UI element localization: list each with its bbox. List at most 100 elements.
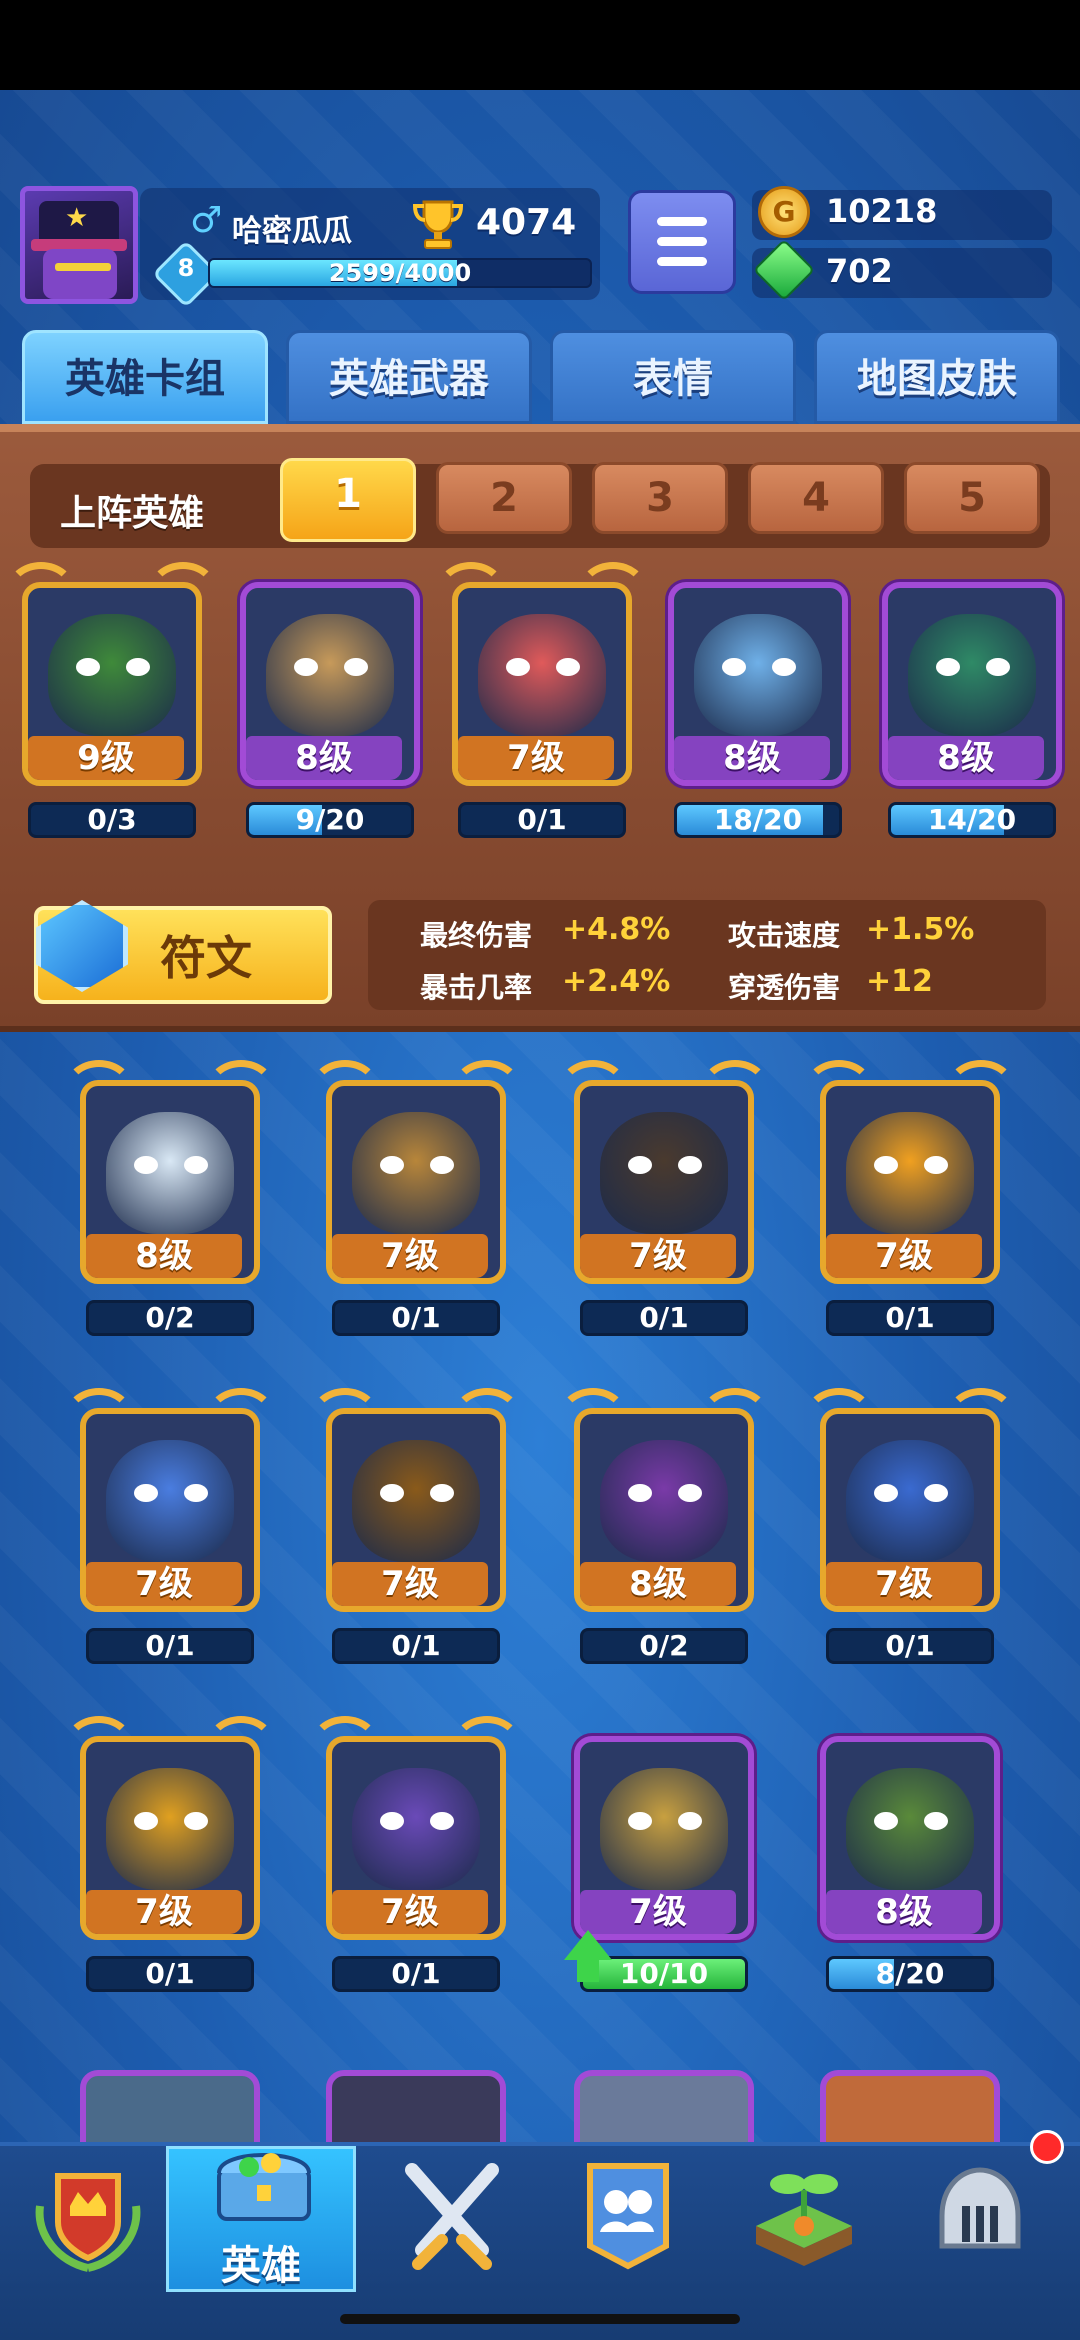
hero-card[interactable]: 8级 xyxy=(882,582,1062,786)
nav-garden[interactable] xyxy=(716,2146,892,2292)
hero-card-partial[interactable] xyxy=(326,2070,506,2150)
hero-level: 7级 xyxy=(332,1890,488,1934)
gold-wing-ornament xyxy=(64,1716,134,1776)
menu-button[interactable] xyxy=(628,190,736,294)
hero-card[interactable]: 8级 xyxy=(558,1388,770,1612)
xp-text: 2599/4000 xyxy=(328,259,472,287)
deck-tab-5[interactable]: 5 xyxy=(904,462,1040,534)
hero-card-progress: 0/1 xyxy=(458,802,626,838)
hero-level: 7级 xyxy=(580,1234,736,1278)
tab-hero-weapons[interactable]: 英雄武器 xyxy=(286,330,532,424)
hero-card-progress: 9/20 xyxy=(246,802,414,838)
hero-level: 7级 xyxy=(332,1234,488,1278)
hero-card-progress: 0/2 xyxy=(580,1628,748,1664)
progress-text: 0/1 xyxy=(145,1629,195,1662)
tab-map-skins[interactable]: 地图皮肤 xyxy=(814,330,1060,424)
hero-level: 8级 xyxy=(580,1562,736,1606)
knight-helmet-icon xyxy=(939,2167,1021,2249)
deck-tab-2[interactable]: 2 xyxy=(436,462,572,534)
hero-card-progress: 0/1 xyxy=(826,1628,994,1664)
status-bar xyxy=(0,0,1080,90)
hero-card[interactable]: 7级 xyxy=(436,562,648,786)
player-name: 哈密瓜瓜 xyxy=(232,214,352,249)
hero-card[interactable]: 8级 xyxy=(64,1060,276,1284)
progress-text: 18/20 xyxy=(713,803,803,836)
nav-battle[interactable] xyxy=(364,2146,540,2292)
gold-wing-ornament xyxy=(558,1060,628,1120)
progress-text: 0/1 xyxy=(145,1957,195,1990)
hero-card[interactable]: 7级 xyxy=(558,1060,770,1284)
hero-card-partial[interactable] xyxy=(820,2070,1000,2150)
nav-heroes[interactable]: 英雄 xyxy=(166,2146,356,2292)
hero-card[interactable]: 9级 xyxy=(6,562,218,786)
hero-level: 8级 xyxy=(674,736,830,780)
upgrade-arrow-stem xyxy=(577,1958,599,1982)
hero-card-progress: 0/1 xyxy=(86,1628,254,1664)
gold-wing-ornament xyxy=(310,1716,380,1776)
progress-text: 8/20 xyxy=(875,1957,945,1990)
star-icon: ★ xyxy=(65,203,89,233)
hero-card[interactable]: 7级 xyxy=(574,1736,754,1940)
gold-wing-ornament xyxy=(64,1388,134,1448)
gold-wing-ornament xyxy=(452,1716,522,1776)
gold-wing-ornament xyxy=(436,562,506,622)
hero-card[interactable]: 8级 xyxy=(820,1736,1000,1940)
hero-card[interactable]: 7级 xyxy=(310,1716,522,1940)
hero-card[interactable]: 7级 xyxy=(64,1388,276,1612)
gold-wing-ornament xyxy=(700,1388,770,1448)
hero-card-progress: 14/20 xyxy=(888,802,1056,838)
progress-text: 0/1 xyxy=(391,1301,441,1334)
player-avatar[interactable]: ★ xyxy=(20,186,138,304)
hero-card-progress: 0/1 xyxy=(86,1956,254,1992)
gold-wing-ornament xyxy=(558,1388,628,1448)
home-indicator[interactable] xyxy=(340,2314,740,2324)
gold-coin-icon xyxy=(758,186,810,238)
stat-value-crit-chance: +2.4% xyxy=(562,964,671,999)
nav-battle-pass[interactable] xyxy=(0,2146,176,2292)
trophy-count: 4074 xyxy=(476,202,577,243)
tab-emotes[interactable]: 表情 xyxy=(550,330,796,424)
gold-wing-ornament xyxy=(206,1716,276,1776)
progress-text: 14/20 xyxy=(927,803,1017,836)
hero-card[interactable]: 8级 xyxy=(240,582,420,786)
hero-card-progress: 0/1 xyxy=(332,1956,500,1992)
gold-wing-ornament xyxy=(64,1060,134,1120)
progress-text: 9/20 xyxy=(295,803,365,836)
clan-banner-icon xyxy=(587,2163,669,2270)
hero-card[interactable]: 7级 xyxy=(310,1060,522,1284)
stat-name-crit-chance: 暴击几率 xyxy=(420,971,533,1004)
hero-card[interactable]: 7级 xyxy=(804,1388,1016,1612)
deck-tab-3[interactable]: 3 xyxy=(592,462,728,534)
hero-card[interactable]: 8级 xyxy=(668,582,848,786)
gold-wing-ornament xyxy=(452,1388,522,1448)
gold-wing-ornament xyxy=(452,1060,522,1120)
nav-knight[interactable] xyxy=(892,2146,1068,2292)
progress-text: 0/1 xyxy=(517,803,567,836)
hero-level: 7级 xyxy=(458,736,614,780)
deck-tab-1[interactable]: 1 xyxy=(280,458,416,542)
hero-card-progress: 0/1 xyxy=(332,1628,500,1664)
hero-card[interactable]: 7级 xyxy=(64,1716,276,1940)
hero-card-progress: 0/1 xyxy=(580,1300,748,1336)
gold-wing-ornament xyxy=(578,562,648,622)
stat-name-attack-speed: 攻击速度 xyxy=(728,919,841,952)
stat-value-attack-speed: +1.5% xyxy=(866,912,975,947)
deck-tab-4[interactable]: 4 xyxy=(748,462,884,534)
hero-level: 7级 xyxy=(332,1562,488,1606)
hero-level: 7级 xyxy=(826,1234,982,1278)
nav-clan[interactable] xyxy=(540,2146,716,2292)
tab-hero-deck[interactable]: 英雄卡组 xyxy=(22,330,268,424)
gold-wing-ornament xyxy=(206,1060,276,1120)
progress-text: 0/1 xyxy=(391,1957,441,1990)
stat-value-pierce-damage: +12 xyxy=(866,964,933,999)
progress-text: 0/2 xyxy=(145,1301,195,1334)
hero-card-progress: 0/1 xyxy=(332,1300,500,1336)
progress-text: 0/3 xyxy=(87,803,137,836)
gold-wing-ornament xyxy=(946,1060,1016,1120)
hero-card[interactable]: 7级 xyxy=(804,1060,1016,1284)
gold-wing-ornament xyxy=(6,562,76,622)
progress-text: 0/1 xyxy=(885,1629,935,1662)
hero-card[interactable]: 7级 xyxy=(310,1388,522,1612)
lineup-label: 上阵英雄 xyxy=(60,493,205,534)
hero-card-partial[interactable] xyxy=(574,2070,754,2150)
